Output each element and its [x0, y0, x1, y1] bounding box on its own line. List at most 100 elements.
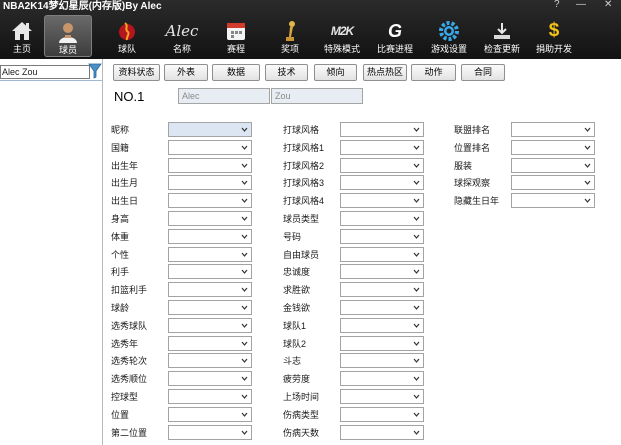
first-name-field[interactable]: Alec — [178, 88, 270, 104]
chevron-down-icon — [241, 252, 248, 257]
toolbar-item-team[interactable]: 球队 — [103, 15, 151, 57]
field-dropdown-col1-15[interactable] — [168, 389, 252, 404]
field-dropdown-col1-3[interactable] — [168, 175, 252, 190]
field-dropdown-col1-2[interactable] — [168, 158, 252, 173]
field-dropdown-col1-1[interactable] — [168, 140, 252, 155]
field-dropdown-col3-2[interactable] — [511, 158, 595, 173]
field-dropdown-col2-12[interactable] — [340, 336, 424, 351]
field-label-col1-13: 选秀轮次 — [111, 356, 148, 366]
close-button[interactable]: ✕ — [604, 0, 612, 10]
player-listbox[interactable] — [0, 80, 102, 445]
chevron-down-icon — [413, 163, 420, 168]
player-number-label: NO.1 — [114, 89, 145, 104]
field-dropdown-col1-4[interactable] — [168, 193, 252, 208]
field-dropdown-col3-1[interactable] — [511, 140, 595, 155]
field-dropdown-col2-6[interactable] — [340, 229, 424, 244]
toolbar-item-name[interactable]: Alec 名称 — [158, 15, 206, 57]
toolbar-item-player[interactable]: 球员 — [44, 15, 92, 57]
help-button[interactable]: ? — [554, 0, 560, 10]
field-dropdown-col2-9[interactable] — [340, 282, 424, 297]
toolbar-item-game-progress[interactable]: G 比赛进程 — [371, 15, 419, 57]
tab-skills[interactable]: 技术 — [265, 64, 308, 81]
field-dropdown-col1-8[interactable] — [168, 264, 252, 279]
chevron-down-icon — [413, 145, 420, 150]
chevron-down-icon — [413, 127, 420, 132]
minimize-button[interactable]: — — [576, 0, 586, 10]
tab-hot-zones[interactable]: 热点热区 — [363, 64, 407, 81]
alec-signature-icon: Alec — [165, 22, 199, 40]
field-label-col2-9: 求胜欲 — [283, 285, 311, 295]
field-dropdown-col2-2[interactable] — [340, 158, 424, 173]
tab-contract[interactable]: 合同 — [461, 64, 505, 81]
field-label-col2-1: 打球风格1 — [283, 143, 325, 153]
title-toolbar-area: NBA2K14梦幻星辰(内存版)By Alec ? — ✕ 主页 球员 球队 A… — [0, 0, 621, 59]
chevron-down-icon — [241, 341, 248, 346]
field-label-col1-9: 扣篮利手 — [111, 285, 148, 295]
toolbar-item-home[interactable]: 主页 — [0, 15, 46, 57]
field-dropdown-col1-16[interactable] — [168, 407, 252, 422]
field-dropdown-col1-14[interactable] — [168, 371, 252, 386]
chevron-down-icon — [413, 412, 420, 417]
toolbar-item-special-mode[interactable]: M2K 特殊模式 — [318, 15, 366, 57]
tab-appearance[interactable]: 外表 — [164, 64, 208, 81]
tab-stats[interactable]: 数据 — [212, 64, 260, 81]
last-name-field[interactable]: Zou — [271, 88, 363, 104]
field-dropdown-col1-17[interactable] — [168, 425, 252, 440]
chevron-down-icon — [241, 394, 248, 399]
chevron-down-icon — [241, 216, 248, 221]
chevron-down-icon — [413, 180, 420, 185]
chevron-down-icon — [584, 145, 591, 150]
toolbar-label-schedule: 赛程 — [226, 44, 245, 54]
player-search-input[interactable]: Alec Zou — [0, 65, 90, 79]
field-dropdown-col1-10[interactable] — [168, 300, 252, 315]
field-dropdown-col1-0[interactable] — [168, 122, 252, 137]
field-dropdown-col2-14[interactable] — [340, 371, 424, 386]
toolbar-item-schedule[interactable]: 赛程 — [212, 15, 260, 57]
field-dropdown-col2-1[interactable] — [340, 140, 424, 155]
field-dropdown-col1-6[interactable] — [168, 229, 252, 244]
field-dropdown-col2-10[interactable] — [340, 300, 424, 315]
field-dropdown-col2-0[interactable] — [340, 122, 424, 137]
field-label-col2-10: 金钱欲 — [283, 303, 311, 313]
toolbar-item-donate[interactable]: $ 捐助开发 — [530, 15, 578, 57]
field-label-col2-8: 忠诚度 — [283, 267, 311, 277]
field-dropdown-col2-8[interactable] — [340, 264, 424, 279]
chevron-down-icon — [241, 430, 248, 435]
field-dropdown-col2-3[interactable] — [340, 175, 424, 190]
tab-profile-status[interactable]: 资料状态 — [113, 64, 160, 81]
field-dropdown-col1-13[interactable] — [168, 353, 252, 368]
field-dropdown-col2-5[interactable] — [340, 211, 424, 226]
toolbar-item-awards[interactable]: 奖项 — [266, 15, 314, 57]
toolbar-item-settings[interactable]: 游戏设置 — [425, 15, 473, 57]
field-dropdown-col2-15[interactable] — [340, 389, 424, 404]
field-dropdown-col3-4[interactable] — [511, 193, 595, 208]
toolbar-item-check-update[interactable]: 检查更新 — [478, 15, 526, 57]
field-dropdown-col2-4[interactable] — [340, 193, 424, 208]
chevron-down-icon — [584, 163, 591, 168]
field-dropdown-col1-7[interactable] — [168, 247, 252, 262]
field-label-col1-11: 选秀球队 — [111, 321, 148, 331]
tab-animations[interactable]: 动作 — [411, 64, 456, 81]
field-label-col1-6: 体重 — [111, 232, 130, 242]
field-dropdown-col3-0[interactable] — [511, 122, 595, 137]
funnel-icon[interactable] — [88, 62, 102, 80]
field-dropdown-col2-13[interactable] — [340, 353, 424, 368]
field-dropdown-col1-9[interactable] — [168, 282, 252, 297]
field-dropdown-col2-17[interactable] — [340, 425, 424, 440]
chevron-down-icon — [413, 287, 420, 292]
chevron-down-icon — [584, 180, 591, 185]
field-dropdown-col2-11[interactable] — [340, 318, 424, 333]
field-dropdown-col2-16[interactable] — [340, 407, 424, 422]
download-icon — [491, 18, 513, 44]
tab-tendencies[interactable]: 倾向 — [314, 64, 357, 81]
field-label-col1-0: 昵称 — [111, 125, 130, 135]
chevron-down-icon — [413, 198, 420, 203]
field-label-col1-15: 控球型 — [111, 392, 139, 402]
field-dropdown-col3-3[interactable] — [511, 175, 595, 190]
field-dropdown-col1-5[interactable] — [168, 211, 252, 226]
field-dropdown-col1-12[interactable] — [168, 336, 252, 351]
field-dropdown-col1-11[interactable] — [168, 318, 252, 333]
player-icon — [56, 19, 80, 45]
chevron-down-icon — [413, 394, 420, 399]
field-dropdown-col2-7[interactable] — [340, 247, 424, 262]
